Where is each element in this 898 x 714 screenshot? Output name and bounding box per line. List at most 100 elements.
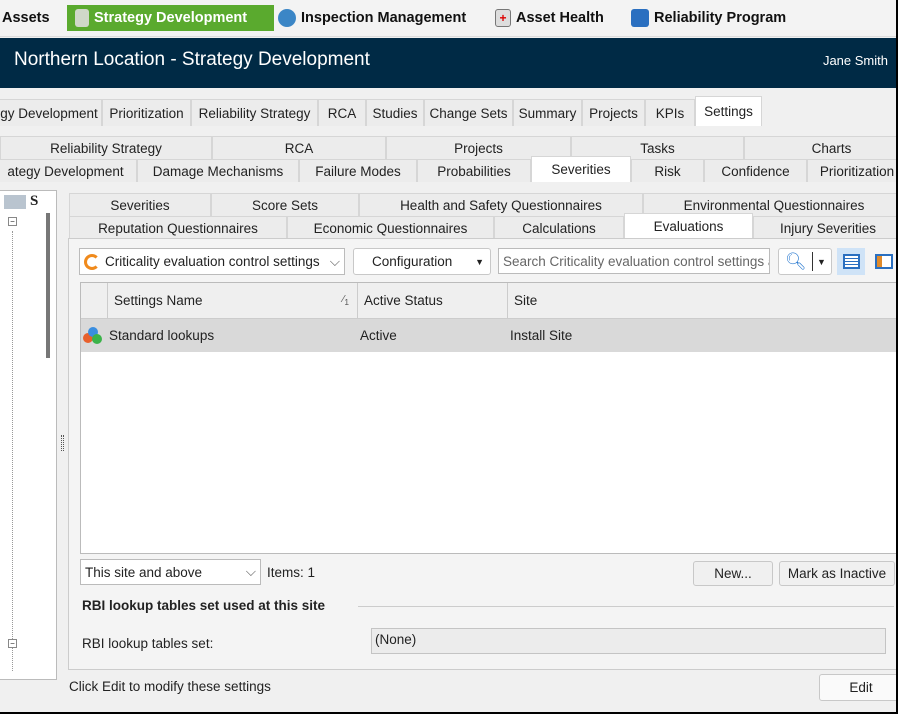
tab-score-sets[interactable]: Score Sets [211, 193, 359, 216]
tab-strategy-development-settings[interactable]: ategy Development [0, 159, 137, 182]
tab-failure-modes[interactable]: Failure Modes [299, 159, 417, 182]
search-icon: 🔍︎ [785, 251, 807, 271]
tab-severities[interactable]: Severities [531, 156, 631, 182]
tree-scrollbar[interactable] [46, 213, 50, 358]
column-header-active-status[interactable]: Active Status [358, 283, 508, 319]
site-icon [4, 195, 26, 209]
tab-confidence[interactable]: Confidence [704, 159, 807, 182]
status-text: Click Edit to modify these settings [69, 679, 271, 694]
tree-line [12, 231, 13, 671]
group-divider [358, 606, 894, 607]
tab-reputation-questionnaires[interactable]: Reputation Questionnaires [69, 216, 287, 239]
column-label: Site [514, 293, 538, 308]
tab-calculations[interactable]: Calculations [494, 216, 624, 239]
tab-economic-questionnaires[interactable]: Economic Questionnaires [287, 216, 494, 239]
nav-assets[interactable]: Assets [2, 5, 50, 31]
chevron-down-icon: ⌵ [329, 253, 340, 269]
folder-icon [631, 9, 649, 27]
edit-button[interactable]: Edit [819, 674, 896, 701]
tab-summary[interactable]: Summary [513, 99, 582, 126]
nav-inspection-management[interactable]: Inspection Management [278, 5, 466, 31]
tab-rca[interactable]: RCA [318, 99, 366, 126]
tab-kpis[interactable]: KPIs [645, 99, 695, 126]
collapse-icon[interactable]: − [8, 217, 17, 226]
scope-value: This site and above [85, 564, 203, 580]
column-header-settings-name[interactable]: Settings Name ⁄1 [108, 283, 358, 319]
main-tabs: gy Development Prioritization Reliabilit… [0, 96, 762, 126]
table-row[interactable]: Standard lookups Active Install Site [81, 319, 896, 352]
page-title: Northern Location - Strategy Development [14, 49, 370, 70]
site-tree[interactable]: S − − [0, 190, 57, 680]
nav-asset-health[interactable]: + Asset Health [495, 5, 604, 31]
rbi-label: RBI lookup tables set: [82, 636, 214, 651]
nav-label: Inspection Management [301, 10, 467, 26]
mark-inactive-button[interactable]: Mark as Inactive [779, 561, 895, 586]
row-selector-header [81, 283, 108, 319]
tab-strategy-development[interactable]: gy Development [0, 99, 102, 126]
tab-risk[interactable]: Risk [631, 159, 704, 182]
search-button[interactable]: 🔍︎ ▼ [778, 248, 832, 275]
criticality-icon [84, 253, 100, 270]
column-label: Active Status [364, 293, 443, 308]
page-header: Northern Location - Strategy Development… [0, 38, 896, 88]
cell-active-status: Active [360, 328, 397, 343]
new-button[interactable]: New... [693, 561, 773, 586]
list-view-button[interactable] [837, 248, 865, 275]
tab-studies[interactable]: Studies [366, 99, 424, 126]
configuration-label: Configuration [372, 254, 453, 269]
rbi-group-title: RBI lookup tables set used at this site [82, 598, 326, 613]
app-window: Assets Strategy Development Inspection M… [0, 0, 896, 712]
items-count: Items: 1 [267, 565, 316, 580]
health-icon: + [495, 9, 511, 27]
settings-tabs-row1: Reliability Strategy RCA Projects Tasks … [0, 136, 896, 159]
rbi-lookup-field[interactable]: (None) [371, 628, 886, 654]
tab-settings[interactable]: Settings [695, 96, 762, 126]
type-select-value: Criticality evaluation control settings [105, 254, 320, 269]
tab-evaluations[interactable]: Evaluations [624, 213, 753, 239]
cell-settings-name: Standard lookups [109, 328, 215, 343]
column-label: Settings Name [114, 293, 203, 308]
search-input[interactable]: Search Criticality evaluation control se… [498, 248, 770, 274]
nav-label: Reliability Program [654, 10, 787, 26]
list-view-icon [842, 254, 860, 269]
collapse-icon[interactable]: − [8, 639, 17, 648]
caret-down-icon: ▼ [817, 256, 826, 267]
tab-change-sets[interactable]: Change Sets [424, 99, 513, 126]
tab-severities-sub[interactable]: Severities [69, 193, 211, 216]
tab-prioritization[interactable]: Prioritization [102, 99, 191, 126]
settings-grid: Settings Name ⁄1 Active Status Site Stand… [80, 282, 896, 554]
cell-site: Install Site [510, 328, 573, 343]
settings-icon [83, 326, 105, 345]
top-navigation: Assets Strategy Development Inspection M… [0, 0, 896, 37]
tab-charts-settings[interactable]: Charts [744, 136, 896, 159]
chevron-down-icon: ⌵ [245, 564, 256, 579]
tab-reliability-strategy-settings[interactable]: Reliability Strategy [0, 136, 212, 159]
detail-view-button[interactable] [870, 248, 896, 275]
tab-health-safety-questionnaires[interactable]: Health and Safety Questionnaires [359, 193, 643, 216]
caret-down-icon: ▼ [475, 256, 484, 267]
severity-tabs-row1: Severities Score Sets Health and Safety … [69, 193, 896, 216]
splitter-handle[interactable] [61, 435, 64, 451]
scope-select[interactable]: This site and above ⌵ [80, 559, 261, 585]
nav-reliability-program[interactable]: Reliability Program [631, 5, 786, 31]
tab-prioritization-settings[interactable]: Prioritization [807, 159, 896, 182]
tab-rca-settings[interactable]: RCA [212, 136, 386, 159]
tab-probabilities[interactable]: Probabilities [417, 159, 531, 182]
nav-label: Assets [2, 10, 50, 26]
tab-injury-severities[interactable]: Injury Severities [753, 216, 896, 239]
search-placeholder: Search Criticality evaluation control se… [503, 253, 770, 269]
nav-label: Strategy Development [94, 10, 248, 26]
tree-header: S [30, 193, 39, 209]
settings-tabs-row2: ategy Development Damage Mechanisms Fail… [0, 156, 896, 182]
nav-strategy-development[interactable]: Strategy Development [67, 5, 274, 31]
tab-damage-mechanisms[interactable]: Damage Mechanisms [137, 159, 299, 182]
user-name[interactable]: Jane Smith [823, 53, 888, 68]
column-header-site[interactable]: Site [508, 283, 896, 319]
tab-projects[interactable]: Projects [582, 99, 645, 126]
severity-tabs-row2: Reputation Questionnaires Economic Quest… [69, 213, 896, 239]
sort-order: 1 [344, 297, 349, 307]
type-select[interactable]: Criticality evaluation control settings … [79, 248, 345, 275]
tab-reliability-strategy[interactable]: Reliability Strategy [191, 99, 318, 126]
configuration-dropdown[interactable]: Configuration ▼ [353, 248, 491, 275]
gauge-icon [278, 9, 296, 27]
